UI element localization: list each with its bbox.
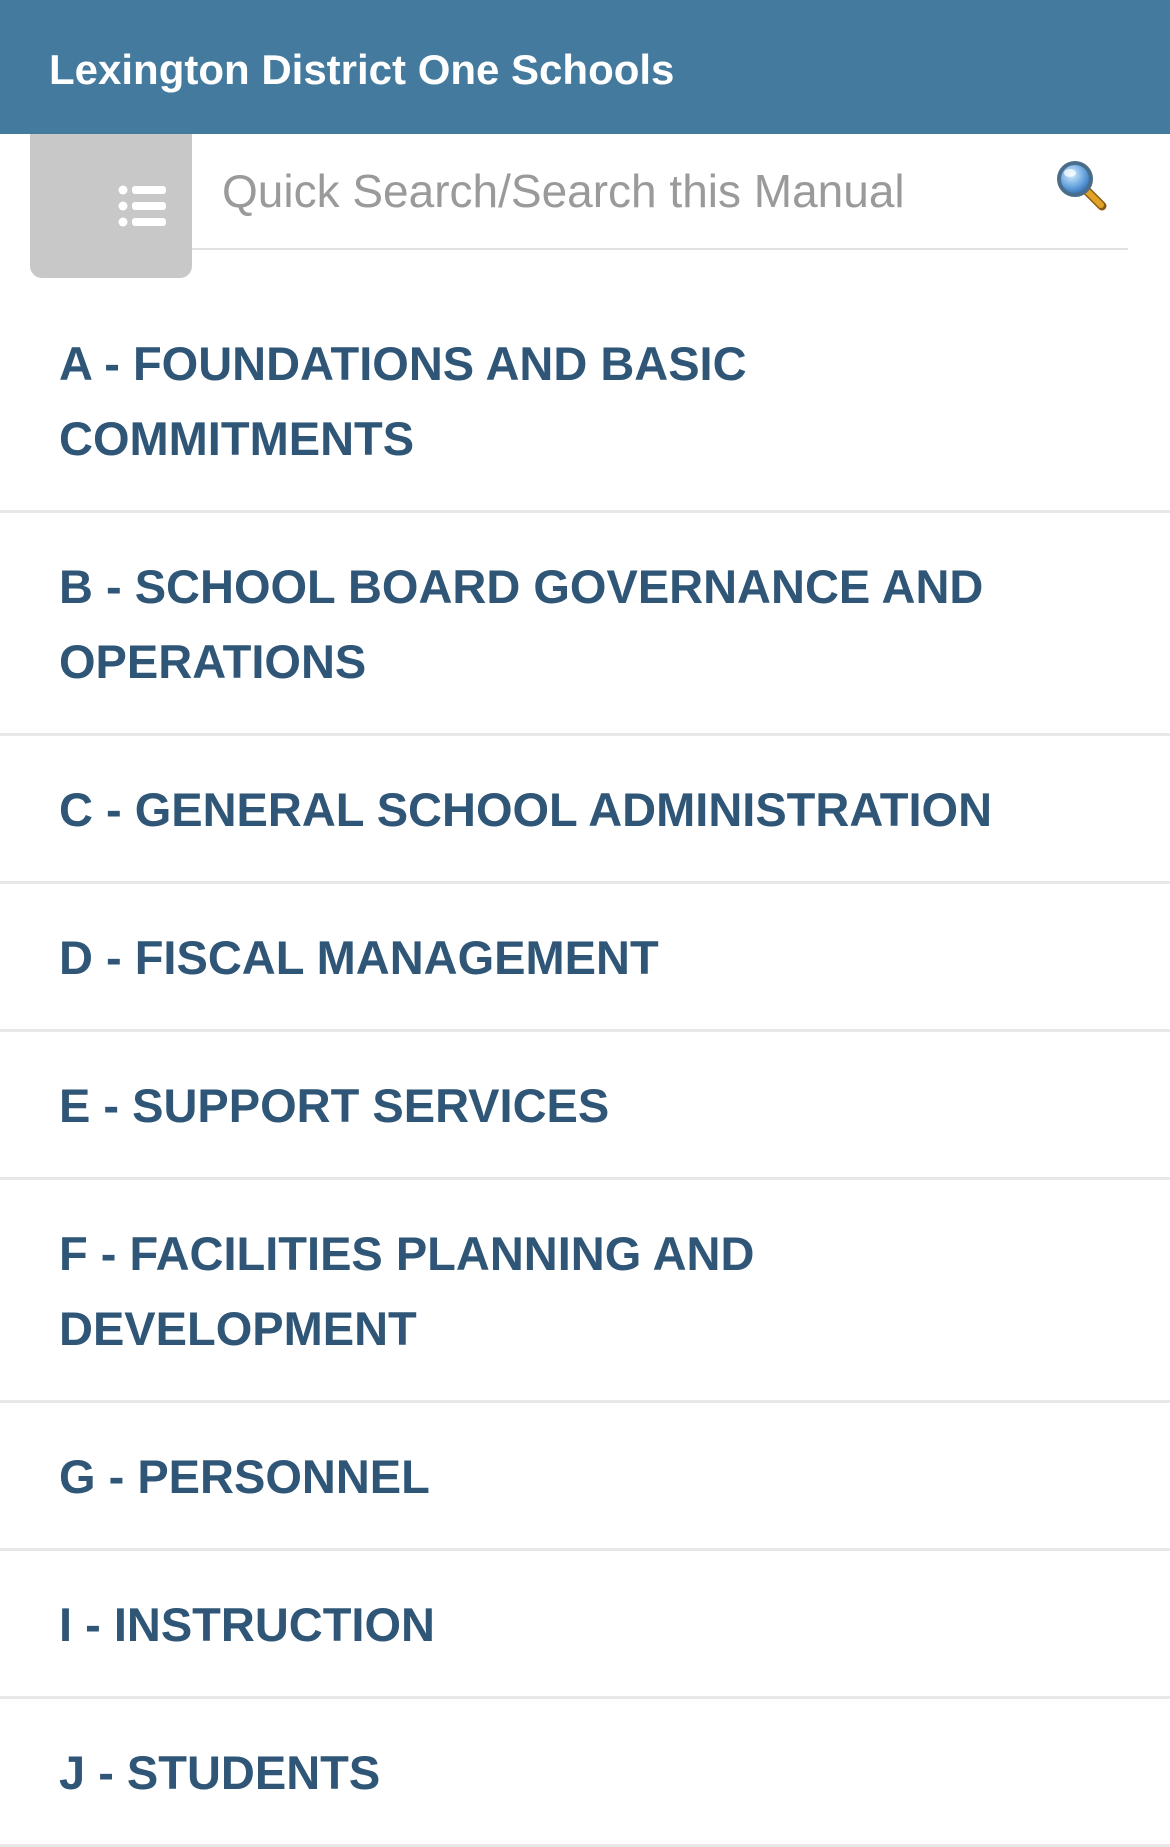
list-item-label: B - SCHOOL BOARD GOVERNANCE AND OPERATIO… xyxy=(59,560,984,688)
site-title: Lexington District One Schools xyxy=(49,46,675,93)
list-item-label: F - FACILITIES PLANNING AND DEVELOPMENT xyxy=(59,1227,755,1355)
list-item-label: E - SUPPORT SERVICES xyxy=(59,1079,610,1132)
list-item[interactable]: G - PERSONNEL xyxy=(0,1403,1170,1551)
list-item[interactable]: J - STUDENTS xyxy=(0,1699,1170,1847)
section-list: A - FOUNDATIONS AND BASIC COMMITMENTS B … xyxy=(0,290,1170,1847)
list-item[interactable]: E - SUPPORT SERVICES xyxy=(0,1032,1170,1180)
search-bar xyxy=(192,134,1128,250)
list-item-label: G - PERSONNEL xyxy=(59,1450,430,1503)
search-input[interactable] xyxy=(222,162,1002,220)
app-header: Lexington District One Schools xyxy=(0,0,1170,134)
list-item-label: J - STUDENTS xyxy=(59,1746,381,1799)
list-item[interactable]: B - SCHOOL BOARD GOVERNANCE AND OPERATIO… xyxy=(0,513,1170,736)
list-item-label: C - GENERAL SCHOOL ADMINISTRATION xyxy=(59,783,993,836)
list-item-label: I - INSTRUCTION xyxy=(59,1598,435,1651)
list-item[interactable]: C - GENERAL SCHOOL ADMINISTRATION xyxy=(0,736,1170,884)
menu-button[interactable] xyxy=(30,134,192,278)
magnifier-icon[interactable] xyxy=(1054,158,1110,214)
list-item[interactable]: A - FOUNDATIONS AND BASIC COMMITMENTS xyxy=(0,290,1170,513)
list-item[interactable]: I - INSTRUCTION xyxy=(0,1551,1170,1699)
list-item-label: D - FISCAL MANAGEMENT xyxy=(59,931,659,984)
list-item-label: A - FOUNDATIONS AND BASIC COMMITMENTS xyxy=(59,337,747,465)
list-item[interactable]: D - FISCAL MANAGEMENT xyxy=(0,884,1170,1032)
list-icon xyxy=(118,185,166,227)
list-item[interactable]: F - FACILITIES PLANNING AND DEVELOPMENT xyxy=(0,1180,1170,1403)
